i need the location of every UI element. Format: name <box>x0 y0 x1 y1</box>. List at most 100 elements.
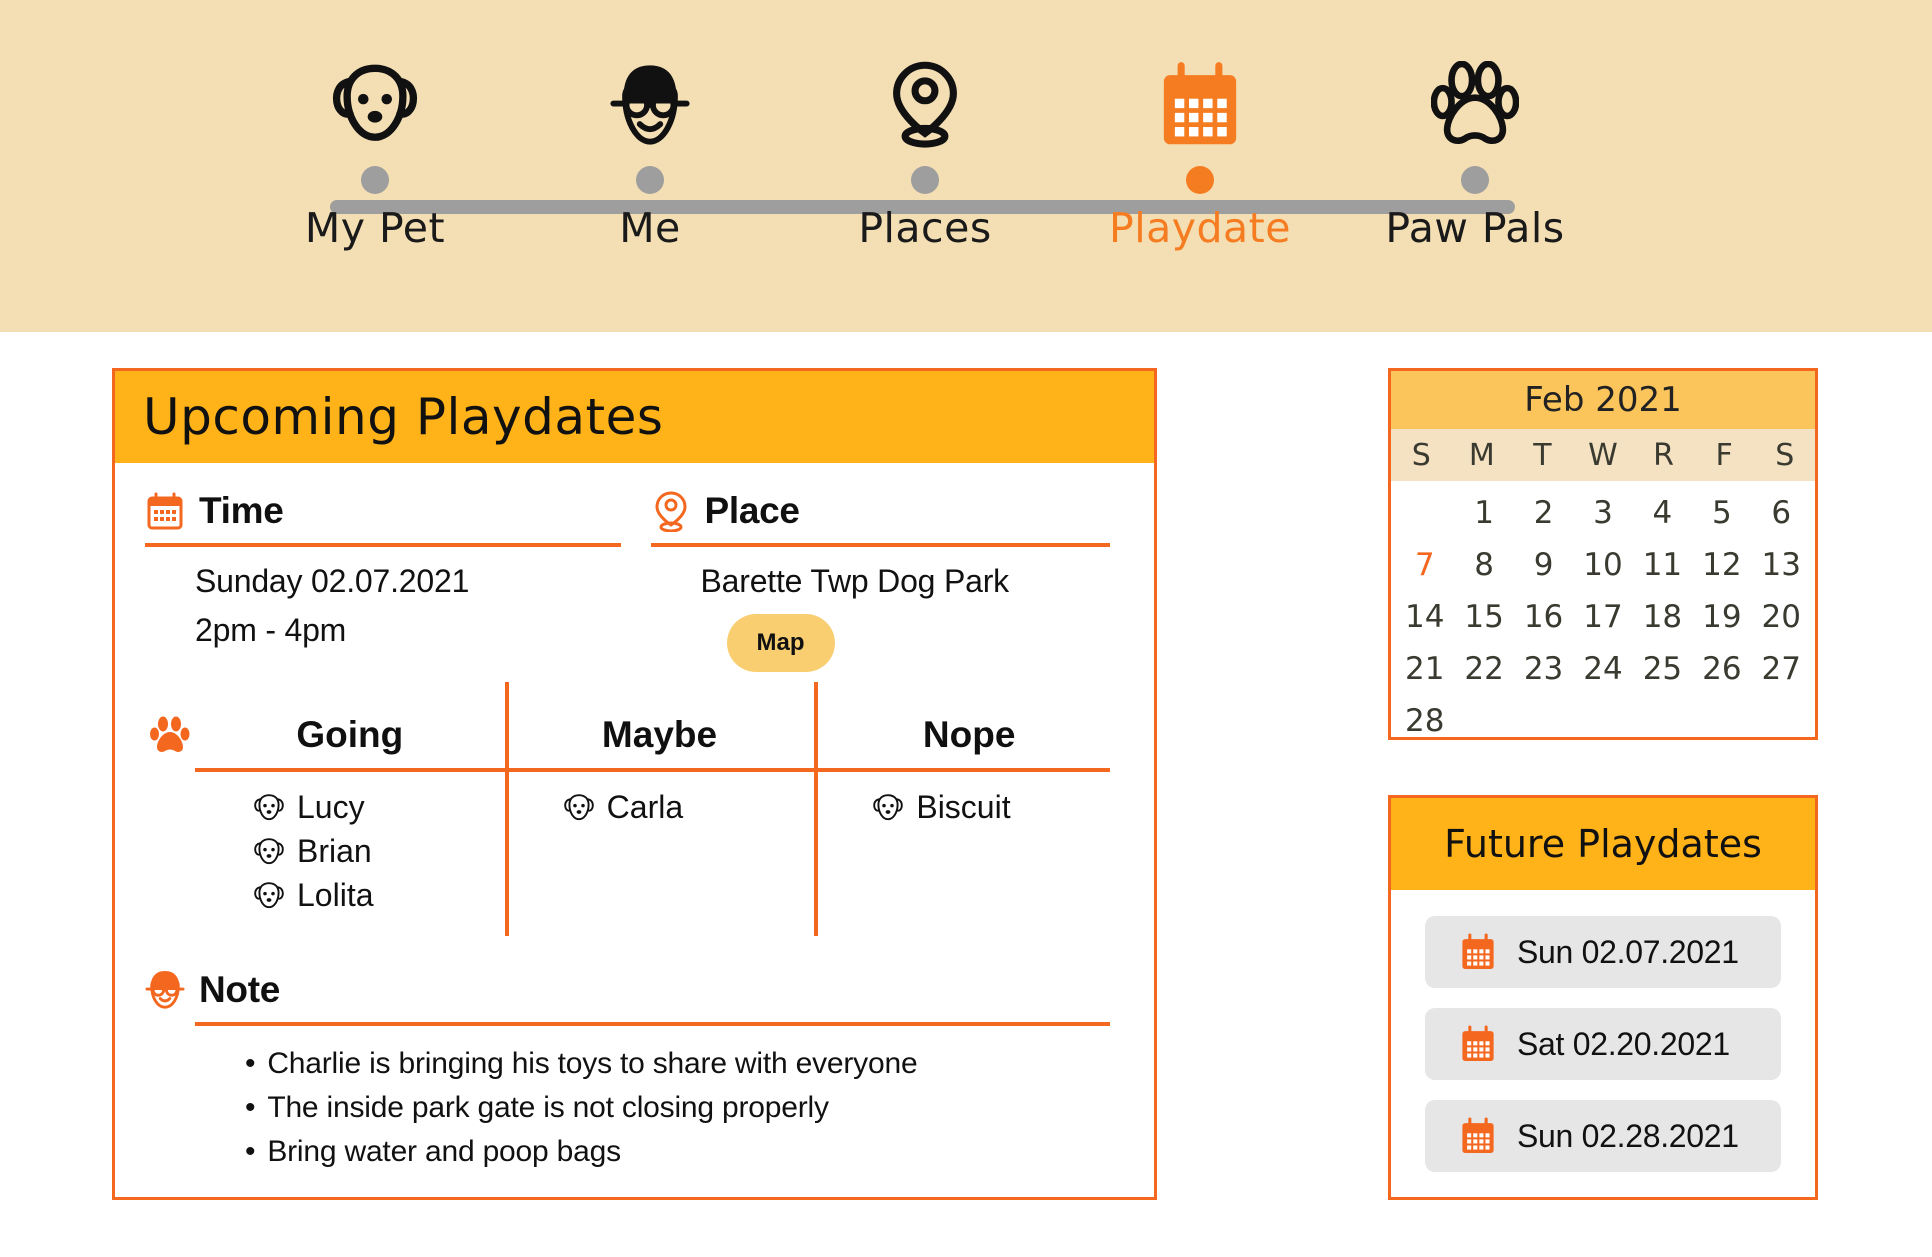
list-item[interactable]: Lolita <box>253 874 505 917</box>
future-playdate-label: Sat 02.20.2021 <box>1517 1025 1730 1062</box>
nav-step-label: Places <box>858 204 992 252</box>
future-playdates-card: Future Playdates Sun 02.07.2021 Sat 02.2… <box>1388 795 1818 1200</box>
rsvp-vertical-divider-1 <box>504 682 509 936</box>
calendar-day-cell[interactable]: 13 <box>1752 539 1811 591</box>
note-item: • Charlie is bringing his toys to share w… <box>245 1042 1124 1086</box>
calendar-day-cell[interactable]: 2 <box>1514 487 1573 539</box>
nav-step-my-pet[interactable]: My Pet <box>250 60 500 252</box>
nav-step-dot[interactable] <box>1461 166 1489 194</box>
calendar-day-cell[interactable]: 19 <box>1692 591 1751 643</box>
calendar-day-cell[interactable]: 28 <box>1395 695 1454 747</box>
nav-step-dot[interactable] <box>1186 166 1214 194</box>
list-item[interactable]: Carla <box>563 786 815 829</box>
note-heading-row: Note <box>145 964 1124 1016</box>
nav-stepper: My Pet Me Places Playdate Paw Pals <box>250 60 1600 290</box>
calendar-day-cell[interactable]: 4 <box>1633 487 1692 539</box>
calendar-day-cell[interactable]: 5 <box>1692 487 1751 539</box>
calendar-icon <box>1459 1025 1497 1063</box>
future-playdates-header: Future Playdates <box>1391 798 1815 890</box>
rsvp-member-name: Carla <box>606 789 684 825</box>
calendar-dow-label: M <box>1468 437 1495 473</box>
playdate-hours: 2pm - 4pm <box>195 612 347 648</box>
calendar-day-selected[interactable]: 7 <box>1395 539 1454 591</box>
nav-step-dot[interactable] <box>636 166 664 194</box>
calendar-dow-label: T <box>1533 437 1552 473</box>
month-calendar-card: Feb 2021 SMTWRFS 1 2 3 4 5 6 7 8 9 10 11 12 13 14 15 16… <box>1388 368 1818 740</box>
calendar-day-cell[interactable]: 6 <box>1752 487 1811 539</box>
time-section: Time Sunday 02.07.2021 2pm - 4pm <box>145 485 635 672</box>
calendar-day-cell[interactable]: 8 <box>1454 539 1513 591</box>
place-section: Place Barette Twp Dog Park Map <box>635 485 1125 672</box>
place-heading-row: Place <box>651 485 1125 537</box>
calendar-day-cell[interactable]: 23 <box>1514 643 1573 695</box>
calendar-dow-label: R <box>1653 437 1674 473</box>
note-heading: Note <box>199 969 281 1010</box>
calendar-day-cell[interactable]: 25 <box>1633 643 1692 695</box>
calendar-day-cell[interactable]: 3 <box>1573 487 1632 539</box>
calendar-day-cell[interactable]: 11 <box>1633 539 1692 591</box>
calendar-day-cell[interactable]: 24 <box>1573 643 1632 695</box>
calendar-day-cell[interactable]: 26 <box>1692 643 1751 695</box>
dog-face-icon <box>330 60 420 150</box>
note-section: Note • Charlie is bringing his toys to sh… <box>145 964 1124 1174</box>
calendar-day-cell[interactable]: 18 <box>1633 591 1692 643</box>
map-button[interactable]: Map <box>726 614 835 672</box>
small-dog-face-icon <box>563 792 595 824</box>
calendar-day-cell[interactable]: 16 <box>1514 591 1573 643</box>
calendar-month-title: Feb 2021 <box>1524 380 1682 420</box>
location-pin-icon <box>880 60 970 150</box>
note-bullet-list: • Charlie is bringing his toys to share w… <box>245 1042 1124 1174</box>
place-heading: Place <box>704 490 801 531</box>
rsvp-divider <box>195 768 1110 772</box>
person-glasses-icon <box>605 60 695 150</box>
calendar-blank-cell <box>1395 487 1454 539</box>
list-item[interactable]: Biscuit <box>872 786 1124 829</box>
list-item[interactable]: Brian <box>253 830 505 873</box>
calendar-day-cell[interactable]: 21 <box>1395 643 1454 695</box>
nav-step-playdate[interactable]: Playdate <box>1075 60 1325 252</box>
rsvp-column-headers: Going Maybe Nope <box>195 710 1124 760</box>
calendar-day-cell[interactable]: 22 <box>1454 643 1513 695</box>
nav-step-paw-pals[interactable]: Paw Pals <box>1350 60 1600 252</box>
rsvp-column-name: Maybe <box>601 714 718 755</box>
playdate-app-screen: My Pet Me Places Playdate Paw Pals Upcom… <box>0 0 1932 1257</box>
future-playdate-label: Sun 02.07.2021 <box>1517 933 1739 970</box>
upcoming-playdates-card: Upcoming Playdates Time Sunday 02.07.202… <box>112 368 1157 1200</box>
upcoming-playdates-body: Time Sunday 02.07.2021 2pm - 4pm Place B… <box>115 463 1154 1174</box>
rsvp-header-row: Going Maybe Nope <box>145 710 1124 762</box>
calendar-header: Feb 2021 <box>1391 371 1815 429</box>
calendar-dow-label: S <box>1411 437 1431 473</box>
rsvp-column-header-nope[interactable]: Nope <box>814 710 1124 760</box>
calendar-day-cell[interactable]: 20 <box>1752 591 1811 643</box>
calendar-day-cell[interactable]: 10 <box>1573 539 1632 591</box>
nav-step-label: My Pet <box>304 204 446 252</box>
calendar-day-cell[interactable]: 17 <box>1573 591 1632 643</box>
nav-step-places[interactable]: Places <box>800 60 1050 252</box>
location-pin-icon <box>651 489 691 533</box>
nav-step-me[interactable]: Me <box>525 60 775 252</box>
bullet-icon: • <box>245 1047 256 1080</box>
rsvp-list-going: Lucy Brian Lolita <box>195 786 505 936</box>
future-playdate-item[interactable]: Sat 02.20.2021 <box>1425 1008 1781 1080</box>
future-playdate-item[interactable]: Sun 02.28.2021 <box>1425 1100 1781 1172</box>
rsvp-column-header-maybe[interactable]: Maybe <box>505 710 815 760</box>
nav-step-label: Paw Pals <box>1385 204 1565 252</box>
nav-step-dot[interactable] <box>361 166 389 194</box>
paw-print-icon <box>145 710 195 762</box>
calendar-day-cell[interactable]: 9 <box>1514 539 1573 591</box>
calendar-day-cell[interactable]: 15 <box>1454 591 1513 643</box>
calendar-day-cell[interactable]: 27 <box>1752 643 1811 695</box>
rsvp-member-name: Biscuit <box>916 789 1011 825</box>
list-item[interactable]: Lucy <box>253 786 505 829</box>
note-item: • The inside park gate is not closing pro… <box>245 1086 1124 1130</box>
calendar-day-cell[interactable]: 1 <box>1454 487 1513 539</box>
calendar-day-cell[interactable]: 14 <box>1395 591 1454 643</box>
small-dog-face-icon <box>253 880 285 912</box>
future-playdate-item[interactable]: Sun 02.07.2021 <box>1425 916 1781 988</box>
nav-step-dot[interactable] <box>911 166 939 194</box>
small-dog-face-icon <box>253 792 285 824</box>
calendar-day-cell[interactable]: 12 <box>1692 539 1751 591</box>
rsvp-column-header-going[interactable]: Going <box>195 710 505 760</box>
rsvp-member-name: Lolita <box>297 877 374 913</box>
calendar-icon <box>1459 1117 1497 1155</box>
